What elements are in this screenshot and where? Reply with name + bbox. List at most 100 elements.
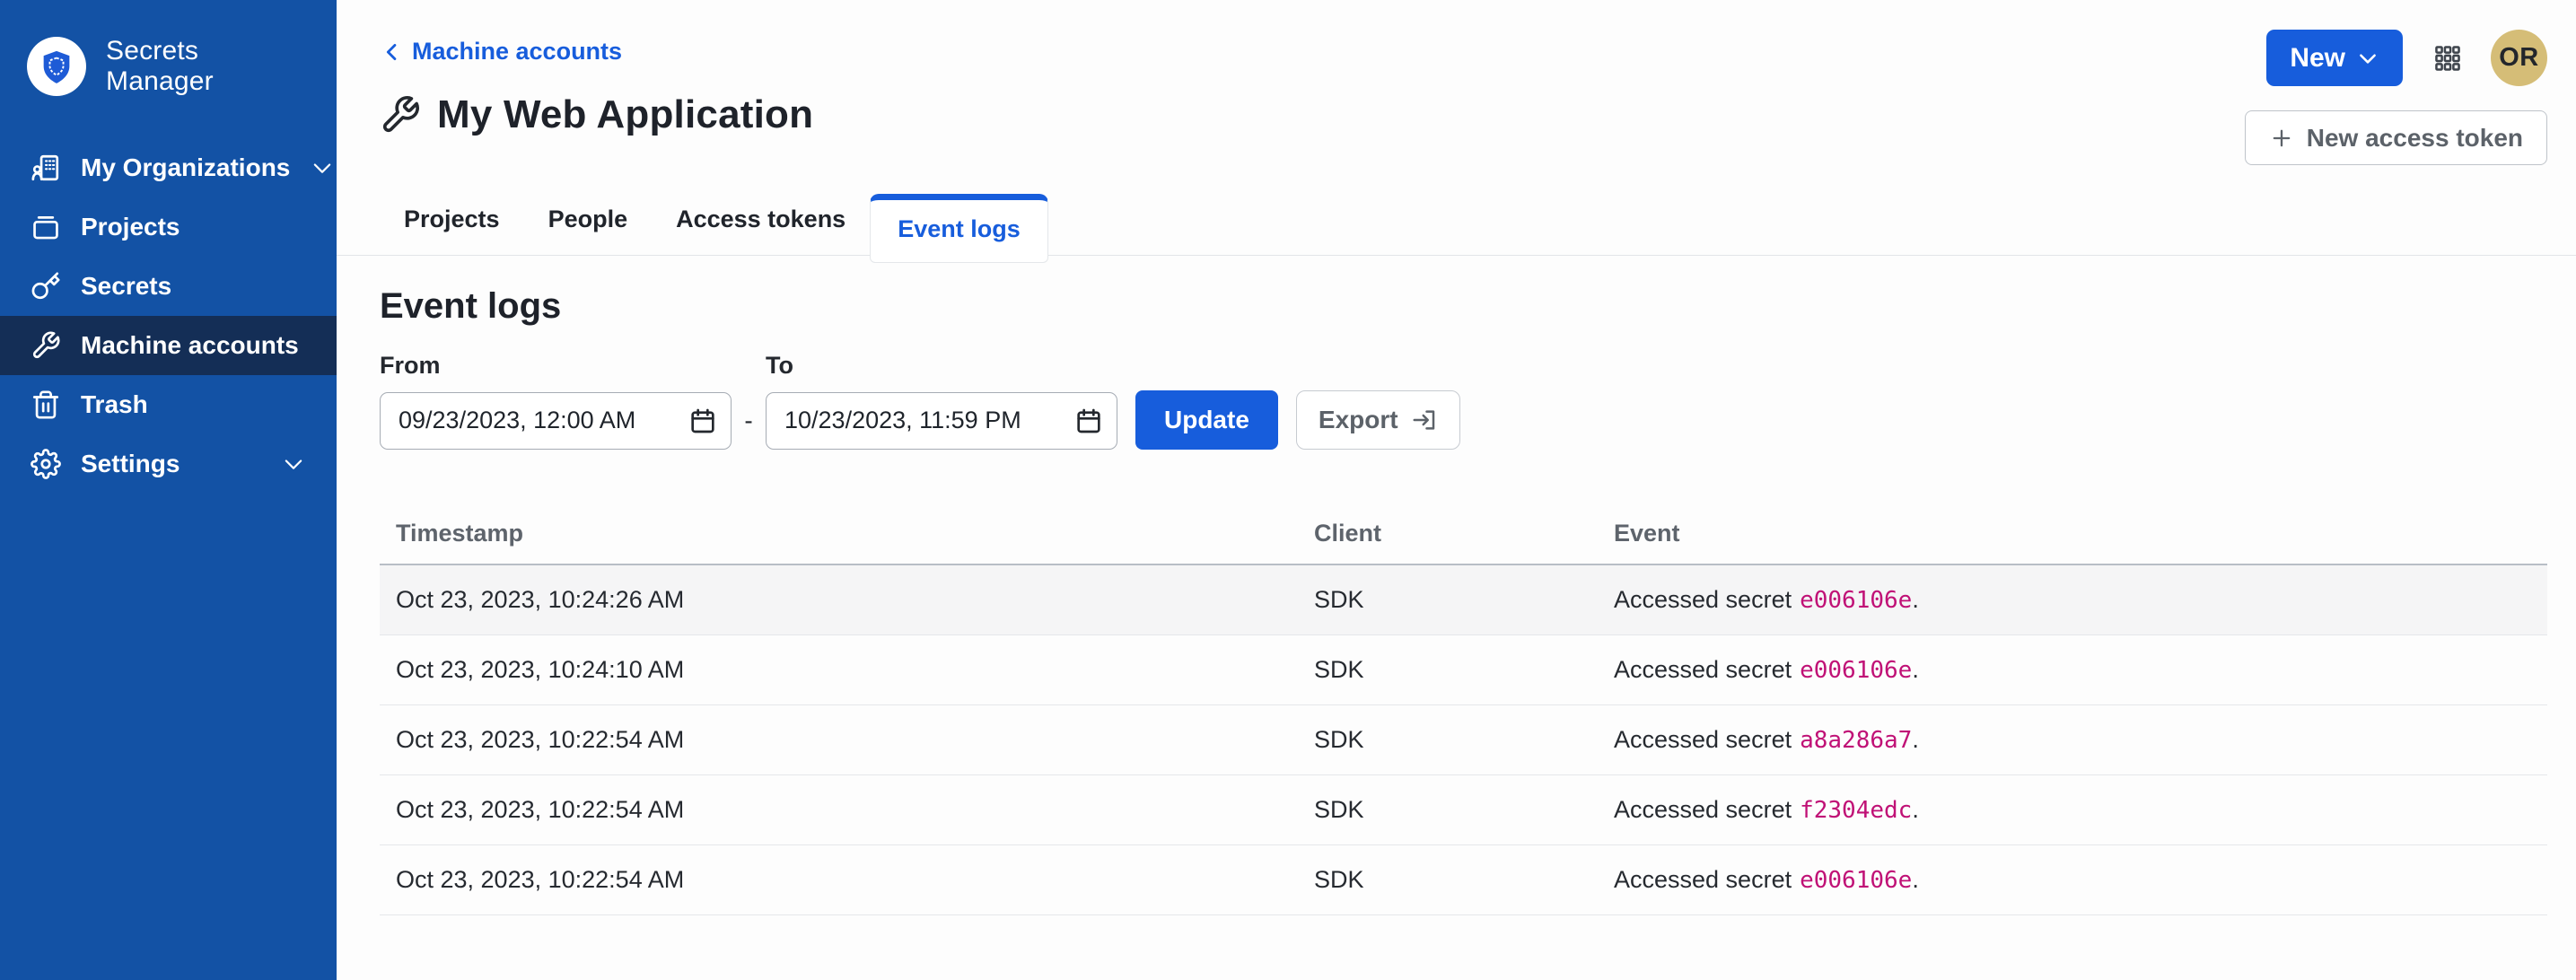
title-row: My Web Application xyxy=(380,92,2547,137)
event-suffix: . xyxy=(1912,795,1919,823)
sidebar-item-projects[interactable]: Projects xyxy=(0,197,337,257)
sidebar-item-label: Projects xyxy=(81,213,180,241)
update-button[interactable]: Update xyxy=(1135,389,1278,450)
event-text: Accessed secret xyxy=(1614,795,1792,823)
event-text: Accessed secret xyxy=(1614,725,1792,753)
event-cell: Accessed secret e006106e. xyxy=(1598,866,2547,894)
key-icon xyxy=(31,271,61,302)
sidebar-item-machine-accounts[interactable]: Machine accounts xyxy=(0,316,337,375)
column-header-event: Event xyxy=(1614,519,1680,547)
tab-event-logs[interactable]: Event logs xyxy=(870,193,1048,263)
top-actions: New OR New access token xyxy=(2244,30,2547,165)
export-icon xyxy=(1411,407,1438,433)
tab-people[interactable]: People xyxy=(524,189,653,255)
table-row: Oct 23, 2023, 10:22:54 AM SDK Accessed sec… xyxy=(380,775,2547,845)
sidebar: Secrets Manager My Organizations Projects… xyxy=(0,0,337,980)
tab-projects[interactable]: Projects xyxy=(380,189,524,255)
event-text: Accessed secret xyxy=(1614,865,1792,893)
top-actions-row: New OR xyxy=(2266,30,2547,86)
calendar-icon[interactable] xyxy=(1074,407,1103,435)
secret-id: a8a286a7 xyxy=(1800,726,1913,754)
app-title: Secrets Manager xyxy=(106,36,214,96)
event-cell: Accessed secret f2304edc. xyxy=(1598,796,2547,824)
sidebar-item-my-organizations[interactable]: My Organizations xyxy=(0,138,337,197)
secret-id: f2304edc xyxy=(1800,796,1913,824)
client-cell: SDK xyxy=(1314,585,1364,613)
sidebar-item-label: Machine accounts xyxy=(81,331,299,359)
event-cell: Accessed secret a8a286a7. xyxy=(1598,726,2547,754)
from-label: From xyxy=(380,351,441,379)
calendar-icon[interactable] xyxy=(688,407,717,435)
event-suffix: . xyxy=(1912,865,1919,893)
new-button[interactable]: New xyxy=(2266,30,2403,86)
column-header-client: Client xyxy=(1314,519,1382,547)
breadcrumb-label: Machine accounts xyxy=(412,38,623,65)
avatar-initials: OR xyxy=(2499,43,2539,72)
timestamp-cell: Oct 23, 2023, 10:24:26 AM xyxy=(396,585,685,613)
app-switcher-grid-icon[interactable] xyxy=(2433,44,2462,73)
bitwarden-shield-icon xyxy=(27,37,86,96)
tab-bar: Projects People Access tokens Event logs xyxy=(337,189,2576,263)
chevron-down-icon xyxy=(310,155,335,180)
event-text: Accessed secret xyxy=(1614,585,1792,613)
to-field-group: To xyxy=(766,352,1117,450)
projects-icon xyxy=(31,212,61,242)
new-access-token-label: New access token xyxy=(2306,123,2523,152)
new-button-label: New xyxy=(2290,42,2345,73)
sidebar-item-settings[interactable]: Settings xyxy=(0,434,337,494)
secret-id: e006106e xyxy=(1800,656,1913,684)
event-suffix: . xyxy=(1912,725,1919,753)
event-cell: Accessed secret e006106e. xyxy=(1598,586,2547,614)
sidebar-nav: My Organizations Projects Secrets Machine a… xyxy=(0,138,337,494)
tab-access-tokens[interactable]: Access tokens xyxy=(652,189,870,255)
wrench-icon xyxy=(31,330,61,361)
main-content: New OR New access token Machine accounts… xyxy=(337,0,2576,980)
event-suffix: . xyxy=(1912,655,1919,683)
sidebar-item-label: Settings xyxy=(81,450,180,477)
section-heading: Event logs xyxy=(380,285,562,326)
timestamp-cell: Oct 23, 2023, 10:22:54 AM xyxy=(396,865,685,893)
plus-icon xyxy=(2269,126,2294,151)
avatar[interactable]: OR xyxy=(2491,30,2547,86)
timestamp-cell: Oct 23, 2023, 10:22:54 AM xyxy=(396,795,685,823)
client-cell: SDK xyxy=(1314,655,1364,683)
export-button-label: Export xyxy=(1318,405,1398,433)
new-access-token-button[interactable]: New access token xyxy=(2244,110,2547,165)
sidebar-item-trash[interactable]: Trash xyxy=(0,375,337,434)
event-cell: Accessed secret e006106e. xyxy=(1598,656,2547,684)
table-row: Oct 23, 2023, 10:22:54 AM SDK Accessed sec… xyxy=(380,705,2547,775)
date-range-separator: - xyxy=(744,406,753,434)
chevron-left-icon xyxy=(380,39,405,65)
from-date-field xyxy=(380,391,732,450)
column-header-timestamp: Timestamp xyxy=(396,519,524,547)
secret-id: e006106e xyxy=(1800,866,1913,894)
to-label: To xyxy=(766,351,793,379)
organization-icon xyxy=(31,153,61,183)
from-field-group: From xyxy=(380,352,732,450)
app-brand[interactable]: Secrets Manager xyxy=(0,0,337,124)
timestamp-cell: Oct 23, 2023, 10:22:54 AM xyxy=(396,725,685,753)
page-title: My Web Application xyxy=(437,92,814,136)
sidebar-item-label: Secrets xyxy=(81,272,172,300)
client-cell: SDK xyxy=(1314,725,1364,753)
export-button[interactable]: Export xyxy=(1295,389,1460,450)
table-row: Oct 23, 2023, 10:24:10 AM SDK Accessed sec… xyxy=(380,635,2547,705)
sidebar-item-label: Trash xyxy=(81,390,148,418)
sidebar-item-secrets[interactable]: Secrets xyxy=(0,257,337,316)
date-filter-row: From - To Update xyxy=(380,352,2547,450)
from-date-input[interactable] xyxy=(380,391,732,450)
event-log-table: Timestamp Client Event Oct 23, 2023, 10:24… xyxy=(380,507,2547,915)
chevron-down-icon xyxy=(281,451,306,477)
to-date-input[interactable] xyxy=(766,391,1117,450)
to-date-field xyxy=(766,391,1117,450)
gear-icon xyxy=(31,449,61,479)
trash-icon xyxy=(31,389,61,420)
wrench-icon xyxy=(380,94,421,136)
event-text: Accessed secret xyxy=(1614,655,1792,683)
client-cell: SDK xyxy=(1314,865,1364,893)
table-row: Oct 23, 2023, 10:22:54 AM SDK Accessed sec… xyxy=(380,845,2547,915)
secret-id: e006106e xyxy=(1800,586,1913,614)
breadcrumb-machine-accounts[interactable]: Machine accounts xyxy=(380,38,622,66)
sidebar-item-label: My Organizations xyxy=(81,153,291,181)
table-body: Oct 23, 2023, 10:24:26 AM SDK Accessed sec… xyxy=(380,564,2547,915)
